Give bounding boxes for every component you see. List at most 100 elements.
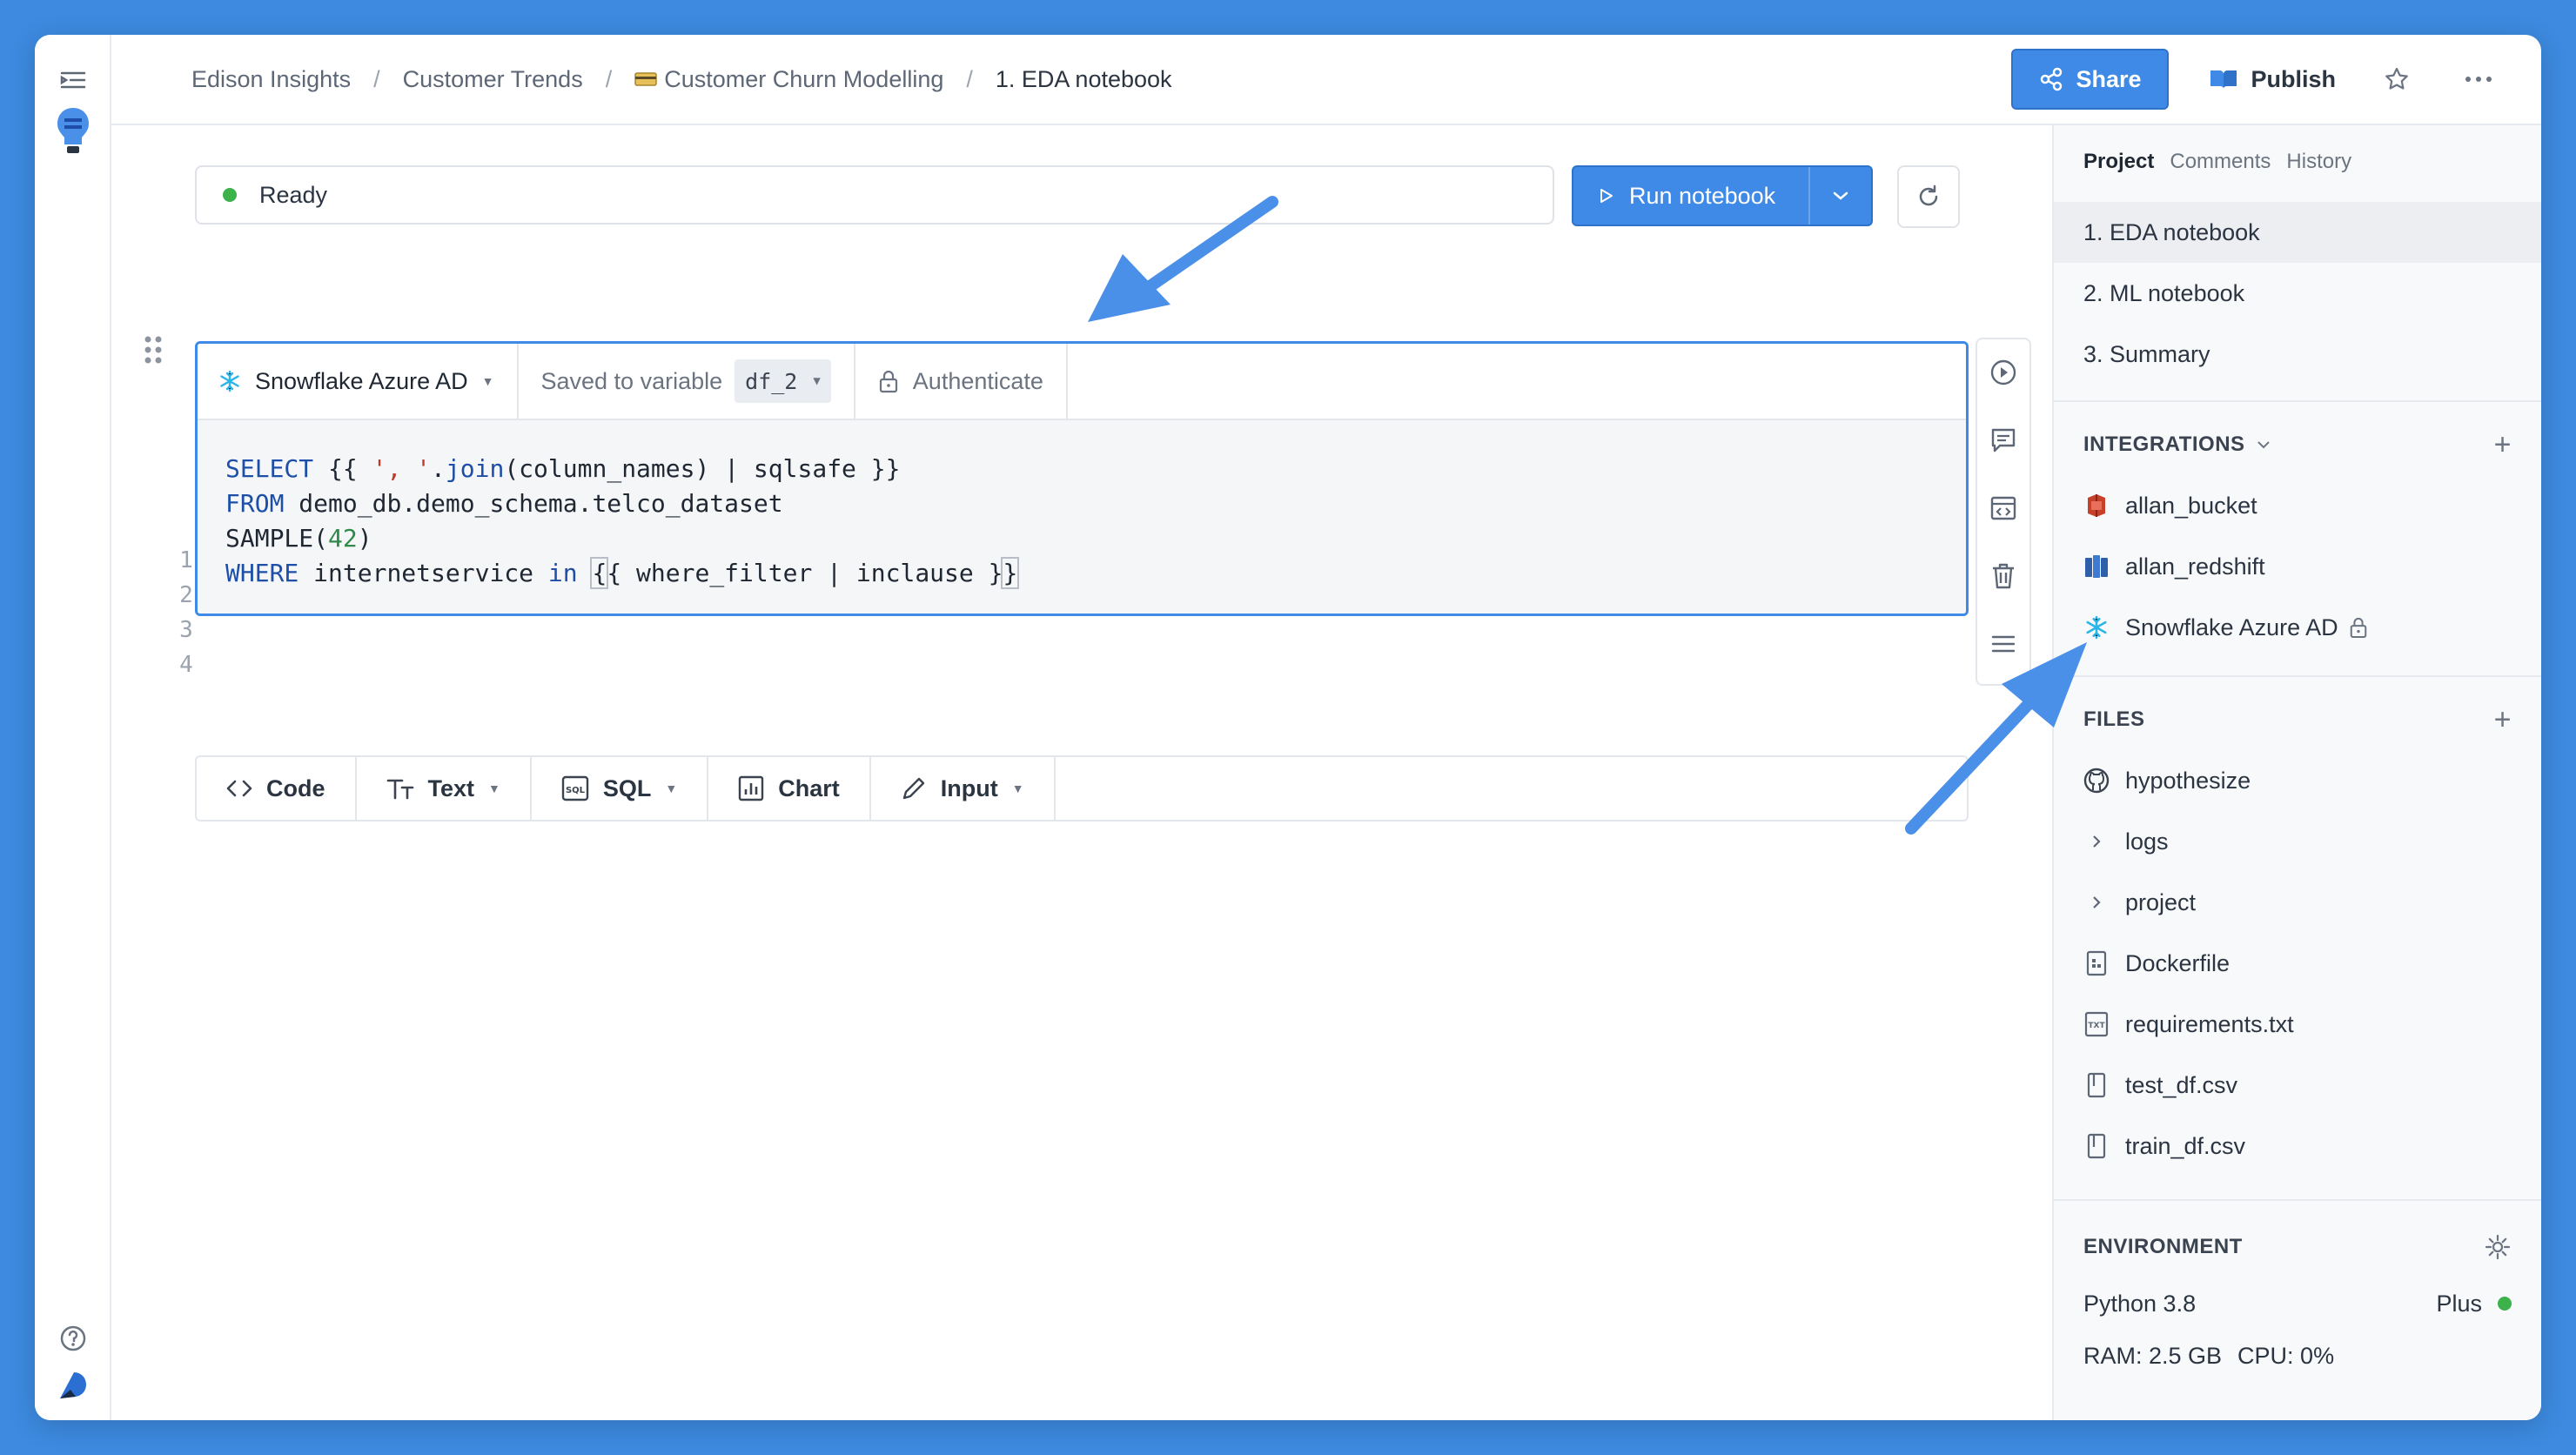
integration-label: Snowflake Azure AD xyxy=(255,367,468,394)
text-icon xyxy=(386,779,413,800)
matched-brace: } xyxy=(1001,557,1020,589)
code-text: (column_names) | sqlsafe }} xyxy=(504,454,901,483)
ram-usage: RAM: 2.5 GB xyxy=(2083,1342,2223,1369)
variable-name: df_2 xyxy=(745,368,798,394)
breadcrumb-separator: / xyxy=(966,65,973,92)
environment-status-indicator xyxy=(2498,1297,2512,1311)
delete-icon[interactable] xyxy=(1986,559,2021,593)
star-icon[interactable] xyxy=(2376,58,2418,100)
gear-icon[interactable] xyxy=(2484,1233,2512,1261)
snowflake-icon xyxy=(220,370,239,392)
tab-project[interactable]: Project xyxy=(2083,150,2154,202)
breadcrumb-item-folder[interactable]: Customer Trends xyxy=(403,66,583,93)
add-sql-button[interactable]: SQL SQL ▼ xyxy=(532,757,709,820)
csv-file-icon xyxy=(2083,1072,2110,1098)
share-label: Share xyxy=(2076,65,2142,92)
code-number: 42 xyxy=(328,524,358,553)
breadcrumb-item-workspace[interactable]: Edison Insights xyxy=(191,66,351,93)
run-cell-icon[interactable] xyxy=(1986,355,2021,390)
notebook-main: Ready Run notebook 1 2 3 4 Snowflake Azu… xyxy=(111,125,2089,1420)
line-number: 3 xyxy=(179,617,193,643)
lightbulb-logo-icon[interactable] xyxy=(54,108,92,153)
share-icon xyxy=(2041,67,2063,91)
add-chart-button[interactable]: Chart xyxy=(708,757,871,820)
collapse-sidebar-icon[interactable] xyxy=(54,61,92,99)
sql-cell[interactable]: Snowflake Azure AD ▼ Saved to variable d… xyxy=(195,341,1969,616)
cell-actions-panel xyxy=(1976,338,2031,686)
status-indicator xyxy=(223,188,237,202)
file-item[interactable]: train_df.csv xyxy=(2054,1116,2541,1177)
add-text-label: Text xyxy=(427,774,475,801)
authenticate-button[interactable]: Authenticate xyxy=(855,344,1068,419)
toggle-output-icon[interactable] xyxy=(1986,491,2021,526)
kernel-status: Ready xyxy=(195,165,1554,225)
comment-icon[interactable] xyxy=(1986,423,2021,458)
code-text: internetservice xyxy=(299,559,548,587)
help-icon[interactable] xyxy=(54,1319,92,1358)
svg-text:SQL: SQL xyxy=(566,786,586,795)
code-text: SAMPLE( xyxy=(225,524,329,553)
breadcrumb-separator: / xyxy=(605,65,613,92)
breadcrumb-item-notebook: 1. EDA notebook xyxy=(995,65,1172,92)
add-file-icon[interactable]: + xyxy=(2494,703,2512,737)
refresh-icon xyxy=(1919,184,1938,206)
python-version-row: Python 3.8 Plus xyxy=(2054,1277,2541,1330)
drag-handle-icon[interactable] xyxy=(143,334,164,365)
add-code-label: Code xyxy=(266,774,325,801)
snowflake-icon xyxy=(2083,614,2110,640)
top-bar: Edison Insights / Customer Trends / Cust… xyxy=(111,35,2541,125)
integrations-title: INTEGRATIONS xyxy=(2083,432,2245,456)
share-button[interactable]: Share xyxy=(2011,49,2170,110)
integration-item[interactable]: allan_bucket xyxy=(2054,475,2541,536)
file-item[interactable]: hypothesize xyxy=(2054,750,2541,811)
cell-toolbar: Snowflake Azure AD ▼ Saved to variable d… xyxy=(198,344,1966,420)
notebook-item[interactable]: 2. ML notebook xyxy=(2054,263,2541,324)
integration-item[interactable]: allan_redshift xyxy=(2054,536,2541,597)
credit-card-icon xyxy=(634,72,657,86)
sidebar-tabs: Project Comments History xyxy=(2054,125,2541,202)
code-text: demo_db.demo_schema.telco_dataset xyxy=(284,489,783,518)
integrations-section: INTEGRATIONS + allan_bucket allan_redshi… xyxy=(2054,400,2541,675)
publish-button[interactable]: Publish xyxy=(2209,66,2336,93)
folder-item[interactable]: logs xyxy=(2054,811,2541,872)
folder-item[interactable]: project xyxy=(2054,872,2541,933)
environment-title: ENVIRONMENT xyxy=(2083,1235,2243,1258)
more-options-icon[interactable] xyxy=(2458,58,2499,100)
tab-comments[interactable]: Comments xyxy=(2170,150,2271,202)
add-chart-label: Chart xyxy=(778,774,840,801)
run-notebook-group: Run notebook xyxy=(1572,165,1873,226)
add-text-button[interactable]: Text ▼ xyxy=(357,757,532,820)
menu-icon[interactable] xyxy=(1986,627,2021,661)
integration-select[interactable]: Snowflake Azure AD ▼ xyxy=(198,344,519,419)
variable-select: Saved to variable df_2 ▼ xyxy=(519,344,855,419)
code-function: join xyxy=(445,454,505,483)
code-line: SELECT {{ ', '.join(column_names) | sqls… xyxy=(198,452,1966,486)
code-editor[interactable]: SELECT {{ ', '.join(column_names) | sqls… xyxy=(198,420,1966,614)
breadcrumb-item-project[interactable]: Customer Churn Modelling xyxy=(634,66,943,93)
run-notebook-button[interactable]: Run notebook xyxy=(1573,167,1810,225)
code-keyword: WHERE xyxy=(225,559,299,587)
code-text: ) xyxy=(357,524,372,553)
chart-icon xyxy=(739,775,764,801)
integration-item[interactable]: Snowflake Azure AD xyxy=(2054,597,2541,658)
tab-history[interactable]: History xyxy=(2286,150,2351,202)
notebook-item[interactable]: 1. EDA notebook xyxy=(2054,202,2541,263)
add-input-button[interactable]: Input ▼ xyxy=(871,757,1056,820)
add-code-button[interactable]: Code xyxy=(197,757,357,820)
variable-name-dropdown[interactable]: df_2 ▼ xyxy=(735,359,831,403)
folder-label: logs xyxy=(2125,828,2169,855)
breadcrumb-separator: / xyxy=(373,65,380,92)
right-sidebar: Project Comments History 1. EDA notebook… xyxy=(2052,125,2541,1420)
file-item[interactable]: TXT requirements.txt xyxy=(2054,994,2541,1055)
add-integration-icon[interactable]: + xyxy=(2494,428,2512,462)
deepnote-logo-icon[interactable] xyxy=(54,1366,92,1405)
file-item[interactable]: test_df.csv xyxy=(2054,1055,2541,1116)
restart-kernel-button[interactable] xyxy=(1897,165,1960,228)
file-item[interactable]: Dockerfile xyxy=(2054,933,2541,994)
run-options-dropdown[interactable] xyxy=(1810,167,1871,225)
line-number: 4 xyxy=(179,652,193,678)
cpu-usage: CPU: 0% xyxy=(2237,1342,2335,1369)
notebook-item[interactable]: 3. Summary xyxy=(2054,324,2541,385)
integrations-header[interactable]: INTEGRATIONS + xyxy=(2054,414,2541,475)
status-text: Ready xyxy=(259,181,328,208)
